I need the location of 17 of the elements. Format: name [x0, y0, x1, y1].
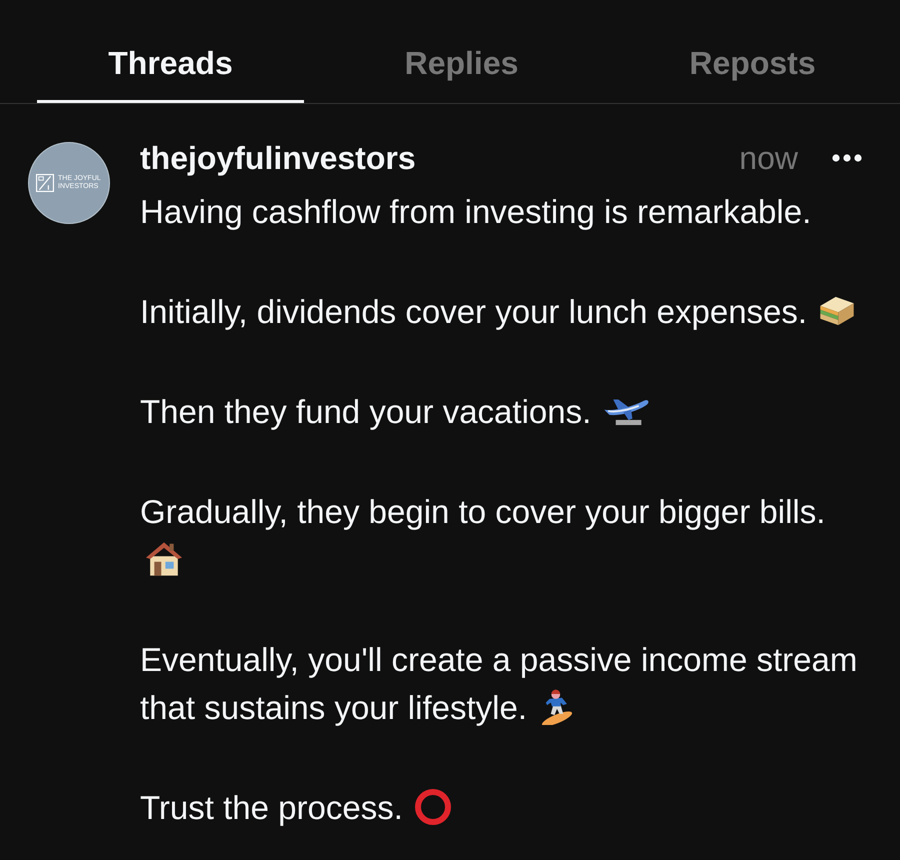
- house-icon: [146, 541, 182, 578]
- tab[interactable]: Reposts: [619, 0, 886, 103]
- tab[interactable]: Threads: [37, 0, 304, 103]
- username[interactable]: thejoyfulinvestors: [140, 140, 416, 176]
- post-text: Then they fund your vacations.: [140, 393, 592, 430]
- tab[interactable]: Replies: [328, 0, 595, 103]
- post-time: now: [739, 140, 798, 176]
- post-text: Eventually, you'll create a passive income stream: [140, 641, 858, 678]
- post-text: Trust the process.: [140, 789, 403, 826]
- post-text: Gradually, they begin to cover your bigger bills.: [140, 493, 826, 530]
- post-text: Initially, dividends cover your lunch expenses.: [140, 293, 808, 330]
- more-icon: [832, 154, 862, 162]
- more-button[interactable]: [832, 154, 862, 162]
- post-text: Having cashflow from investing is remarkable.: [140, 193, 812, 230]
- logo-icon: [36, 174, 54, 192]
- ring-icon: [414, 789, 451, 826]
- post-text: that sustains your lifestyle.: [140, 689, 528, 726]
